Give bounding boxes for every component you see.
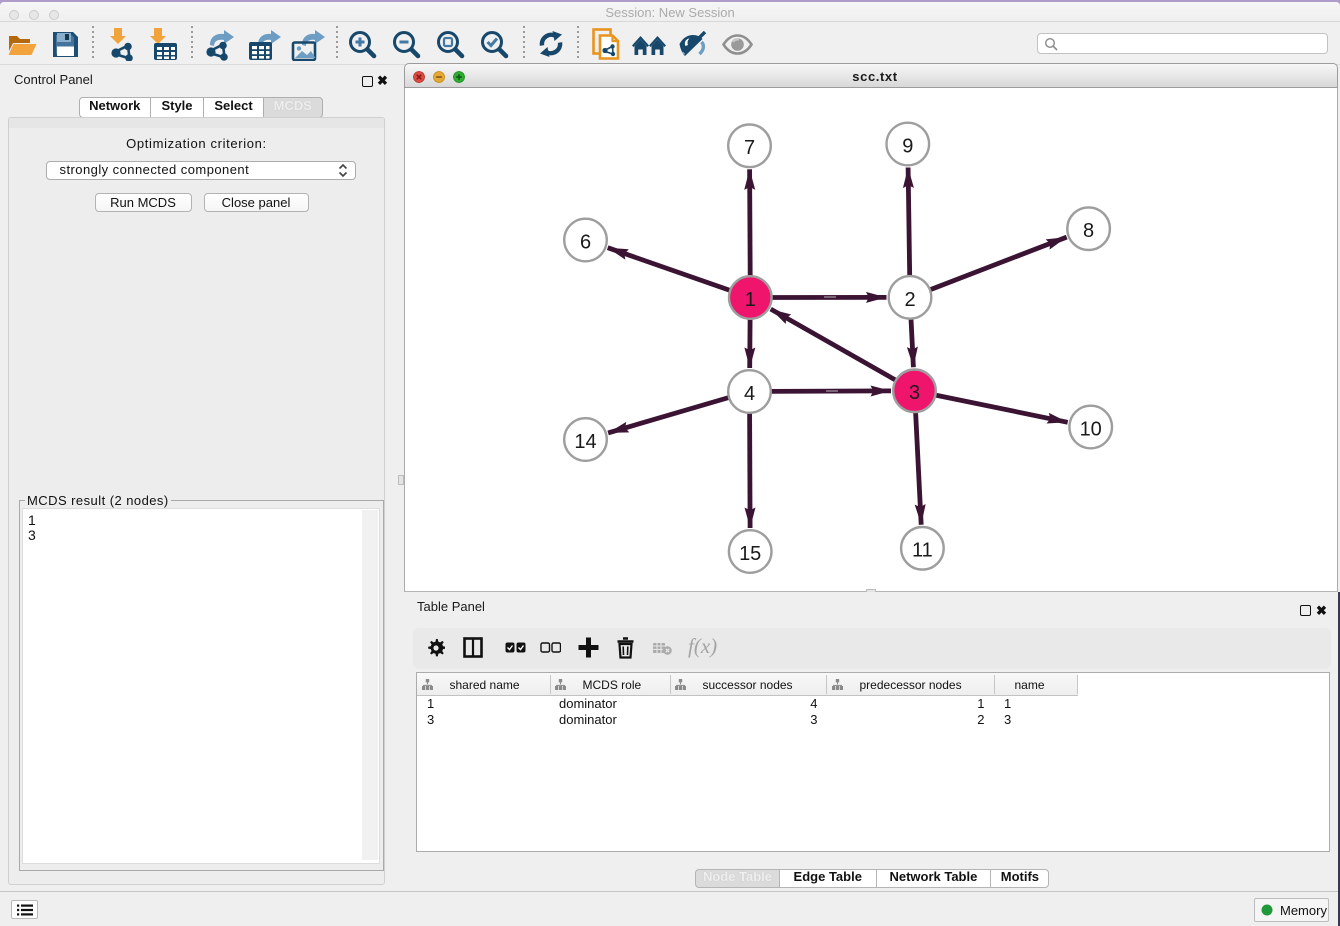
svg-text:11: 11 <box>912 540 933 562</box>
svg-text:14: 14 <box>574 431 596 453</box>
svg-text:8: 8 <box>1083 220 1094 242</box>
svg-text:3: 3 <box>909 382 920 404</box>
svg-text:10: 10 <box>1080 418 1102 440</box>
svg-text:6: 6 <box>580 231 591 253</box>
svg-text:4: 4 <box>744 383 755 405</box>
svg-text:7: 7 <box>744 137 755 159</box>
svg-text:1: 1 <box>745 289 756 311</box>
svg-text:2: 2 <box>904 289 915 311</box>
svg-text:15: 15 <box>739 543 761 565</box>
svg-text:9: 9 <box>902 135 913 157</box>
